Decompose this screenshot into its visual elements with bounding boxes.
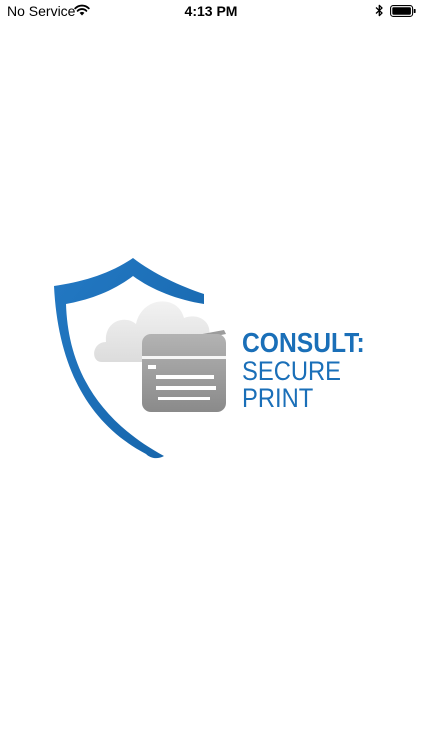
tagline-print: PRINT [242, 383, 314, 413]
logo-wordmark: CONSULT: SECURE PRINT [242, 328, 374, 412]
battery-icon [390, 5, 416, 17]
app-logo: CONSULT: SECURE PRINT [54, 258, 374, 460]
logo-graphic [54, 258, 226, 459]
status-bar: No Service 4:13 PM [0, 0, 422, 24]
brand-name: CONSULT: [242, 327, 365, 358]
status-time: 4:13 PM [184, 3, 238, 19]
bluetooth-icon [375, 4, 383, 17]
printer-icon [142, 330, 226, 412]
tagline-secure: SECURE [242, 356, 342, 386]
